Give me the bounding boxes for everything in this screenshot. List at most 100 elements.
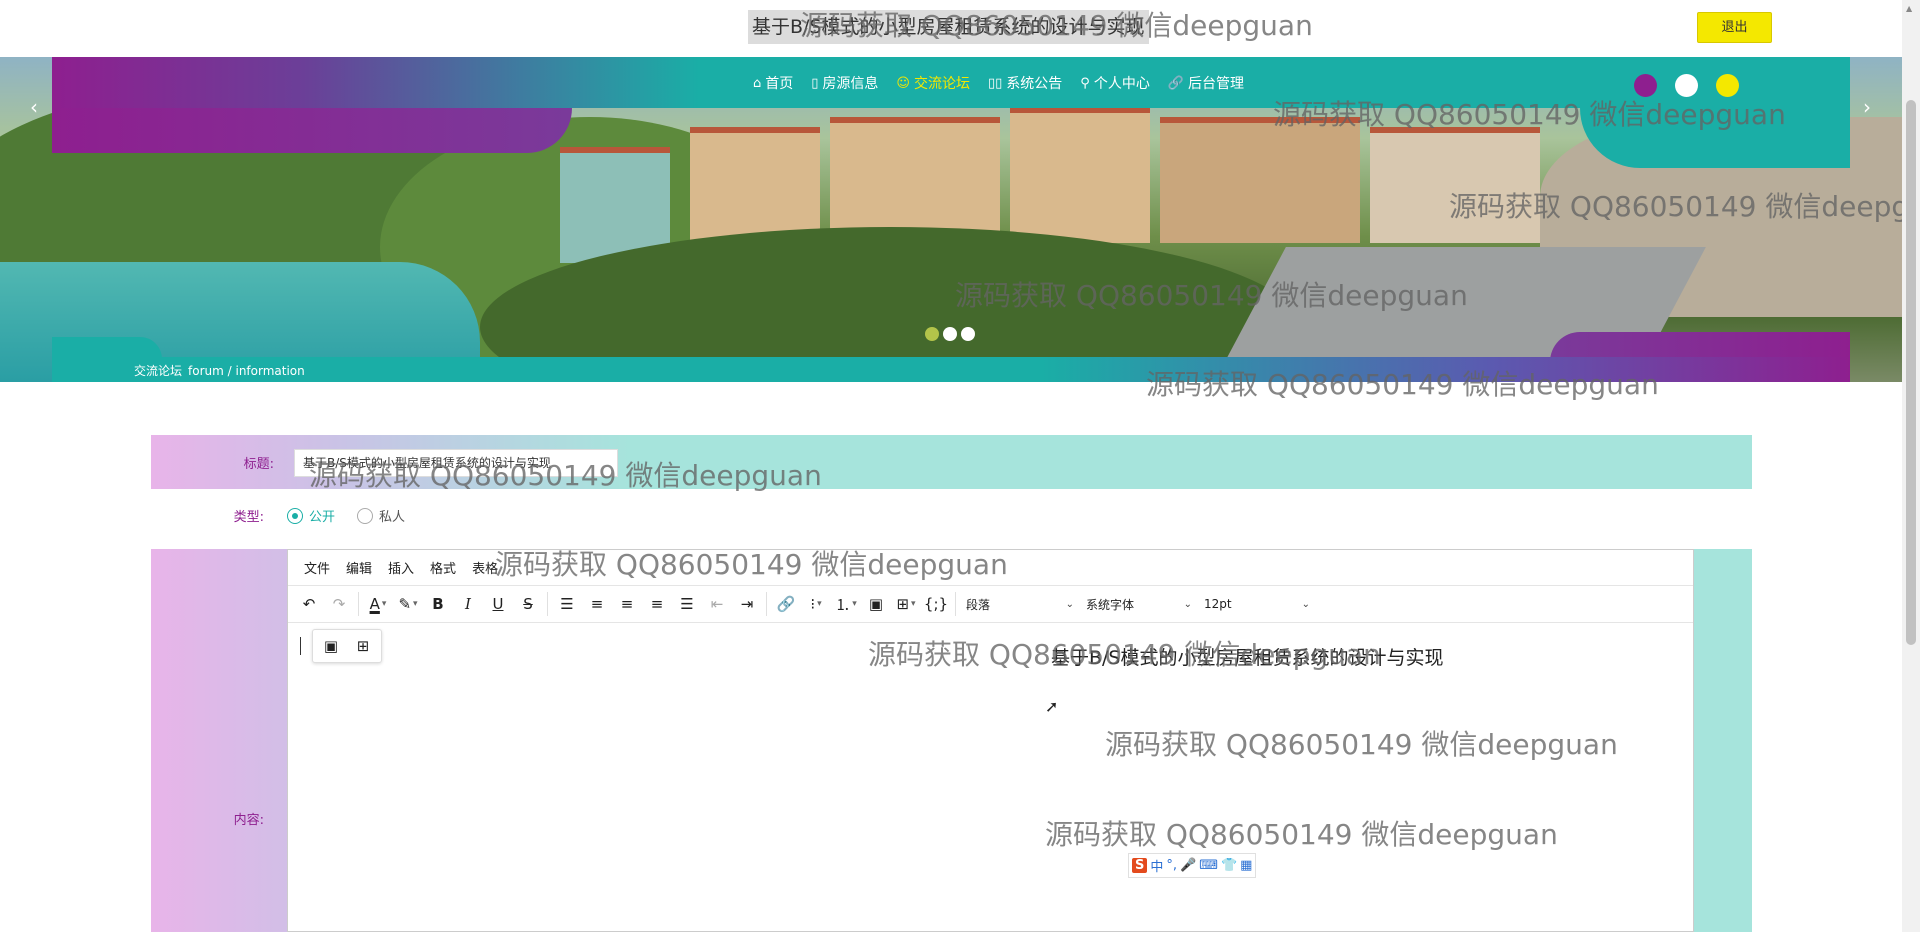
carousel-next-icon[interactable]: ›	[1855, 95, 1879, 119]
bullet-list-icon[interactable]: ⁝ ▾	[801, 590, 831, 618]
ime-tool-icon[interactable]: 👕	[1221, 858, 1237, 873]
underline-icon[interactable]: U	[483, 590, 513, 618]
image-icon[interactable]: ▣	[316, 632, 346, 660]
site-title: 基于B/S模式的小型房屋租赁系统的设计与实现	[748, 10, 1149, 44]
indent-icon[interactable]: ⇥	[732, 590, 762, 618]
redo-icon[interactable]: ↷	[324, 590, 354, 618]
breadcrumb-decoration-left	[52, 337, 162, 359]
carousel-prev-icon[interactable]: ‹	[22, 95, 46, 119]
align-justify-icon[interactable]: ☰	[672, 590, 702, 618]
logout-button[interactable]: 退出	[1697, 12, 1772, 43]
book-icon: ▯▯	[987, 75, 1003, 91]
nav-item-label: 首页	[765, 76, 794, 92]
ime-logo-icon[interactable]: S	[1132, 858, 1148, 873]
nav-item[interactable]: ☺ 交流论坛	[887, 69, 979, 97]
align-center-icon[interactable]: ≡	[612, 590, 642, 618]
table-icon[interactable]: ⊞ ▾	[891, 590, 921, 618]
line-height-icon[interactable]: ☰	[552, 590, 582, 618]
content-label: 内容:	[233, 813, 264, 828]
font-size-value: 12pt	[1204, 597, 1232, 611]
nav-item[interactable]: ▯▯ 系统公告	[979, 69, 1071, 97]
nav-item[interactable]: ⌂ 首页	[744, 69, 802, 97]
nav-item[interactable]: ⚲ 个人中心	[1071, 69, 1159, 97]
scroll-up-icon[interactable]: ▲	[1906, 4, 1912, 13]
chat-icon: ☺	[896, 75, 910, 91]
align-right-icon[interactable]: ≡	[642, 590, 672, 618]
breadcrumb: 交流论坛 forum / information	[134, 362, 305, 379]
carousel-indicator[interactable]	[943, 327, 957, 341]
undo-icon[interactable]: ↶	[294, 590, 324, 618]
nav-item[interactable]: ▯ 房源信息	[802, 69, 887, 97]
carousel-indicators	[925, 327, 975, 341]
font-family-value: 系统字体	[1086, 597, 1135, 612]
nav-item-label: 交流论坛	[913, 76, 970, 92]
numbered-list-icon[interactable]: ⒈ ▾	[831, 590, 861, 618]
carousel-indicator[interactable]	[925, 327, 939, 341]
carousel-indicator[interactable]	[961, 327, 975, 341]
quick-insert-toolbar: ▣ ⊞	[312, 629, 382, 663]
toolbar-separator	[358, 592, 359, 616]
ime-tool-icon[interactable]: °,	[1166, 858, 1177, 873]
ime-tool-icon[interactable]: ▦	[1240, 858, 1252, 873]
editor-menubar: 文件 编辑 插入 格式 表格	[288, 550, 1693, 586]
editor-menu-item[interactable]: 插入	[382, 554, 420, 581]
editor-content-text: 基于B/S模式的小型房屋租赁系统的设计与实现	[1051, 647, 1444, 669]
editor-toolbar: ↶ ↷ A ▾ ✎ ▾ B I U S ☰ ≡ ≡ ≡ ☰ ⇤ ⇥ 🔗 ⁝ ▾ ⒈ ▾ …	[288, 586, 1693, 623]
link-icon[interactable]: 🔗	[771, 590, 801, 618]
top-bar: 基于B/S模式的小型房屋租赁系统的设计与实现 退出	[0, 0, 1920, 57]
radio-label: 公开	[309, 510, 336, 525]
chevron-down-icon: ⌄	[1183, 598, 1192, 610]
ime-tool-icon[interactable]: 🎤	[1180, 858, 1196, 873]
font-size-select[interactable]: 12pt ⌄	[1198, 590, 1316, 618]
scenery-building	[1010, 107, 1150, 243]
editor-menu-item[interactable]: 文件	[298, 554, 336, 581]
editor-menu-item[interactable]: 表格	[466, 554, 504, 581]
strikethrough-icon[interactable]: S	[513, 590, 543, 618]
toolbar-separator	[547, 592, 548, 616]
type-radio-option[interactable]: 公开	[287, 506, 335, 525]
align-left-icon[interactable]: ≡	[582, 590, 612, 618]
ime-mode[interactable]: 中	[1150, 856, 1163, 875]
nav-bar: ⌂ 首页 ▯ 房源信息 ☺ 交流论坛 ▯▯ 系统公告 ⚲ 个人中心 🔗 后台管理	[52, 57, 1850, 108]
radio-circle	[357, 507, 374, 524]
editor-content-area[interactable]: ▣ ⊞ 基于B/S模式的小型房屋租赁系统的设计与实现 ➚ S 中 °, 🎤 ⌨ 👕 ▦	[288, 623, 1693, 931]
type-radio-option[interactable]: 私人	[357, 506, 405, 525]
editor-menu-item[interactable]: 编辑	[340, 554, 378, 581]
highlight-icon[interactable]: ✎ ▾	[393, 590, 423, 618]
scenery-building	[830, 117, 1000, 243]
banner-carousel: ⌂ 首页 ▯ 房源信息 ☺ 交流论坛 ▯▯ 系统公告 ⚲ 个人中心 🔗 后台管理 ‹ › 交流论坛 fo…	[0, 57, 1920, 382]
theme-dot[interactable]	[1634, 74, 1657, 97]
editor-menu-item[interactable]: 格式	[424, 554, 462, 581]
code-icon[interactable]: {;}	[921, 590, 951, 618]
nav-item[interactable]: 🔗 后台管理	[1159, 69, 1253, 97]
image-icon[interactable]: ▣	[861, 590, 891, 618]
title-input[interactable]	[294, 449, 618, 477]
outdent-icon[interactable]: ⇤	[702, 590, 732, 618]
ime-toolbar: S 中 °, 🎤 ⌨ 👕 ▦	[1128, 853, 1257, 878]
breadcrumb-subtitle: forum / information	[188, 364, 305, 378]
block-format-value: 段落	[966, 597, 991, 612]
italic-icon[interactable]: I	[453, 590, 483, 618]
theme-dot[interactable]	[1716, 74, 1739, 97]
link-icon: 🔗	[1167, 75, 1185, 91]
nav-decoration-left	[52, 108, 572, 153]
block-format-select[interactable]: 段落 ⌄	[960, 590, 1080, 618]
nav-item-label: 系统公告	[1006, 76, 1063, 92]
breadcrumb-title: 交流论坛	[134, 364, 183, 378]
ime-tool-icon[interactable]: ⌨	[1199, 858, 1218, 873]
page-scrollbar[interactable]: ▲	[1902, 0, 1920, 932]
bold-icon[interactable]: B	[423, 590, 453, 618]
bookmark-icon: ▯	[811, 75, 819, 91]
theme-dots	[1634, 74, 1739, 97]
nav-item-label: 个人中心	[1093, 76, 1150, 92]
theme-dot[interactable]	[1675, 74, 1698, 97]
text-color-icon[interactable]: A ▾	[363, 590, 393, 618]
user-icon: ⚲	[1080, 75, 1090, 91]
scrollbar-thumb[interactable]	[1906, 100, 1916, 645]
nav-item-label: 房源信息	[822, 76, 879, 92]
title-label: 标题:	[243, 457, 274, 472]
scenery-building	[1160, 117, 1360, 243]
table-icon[interactable]: ⊞	[348, 632, 378, 660]
toolbar-separator	[766, 592, 767, 616]
font-family-select[interactable]: 系统字体 ⌄	[1080, 590, 1198, 618]
